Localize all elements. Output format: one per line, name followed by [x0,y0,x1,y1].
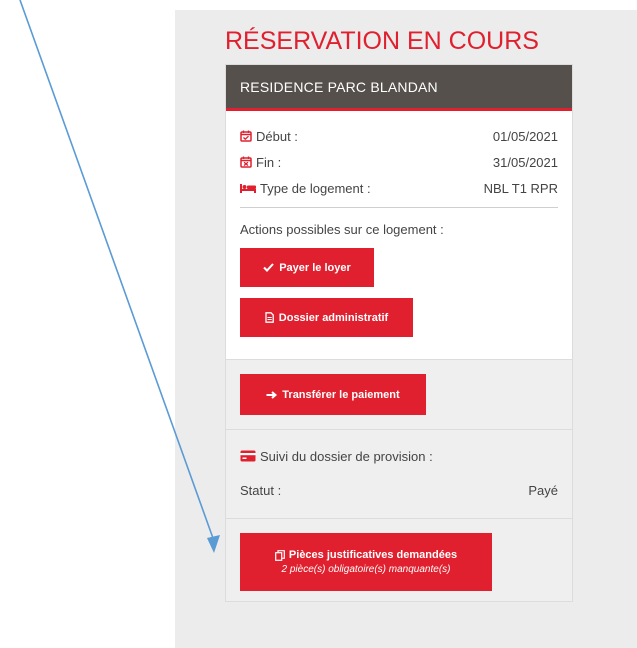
reservation-card: RESIDENCE PARC BLANDAN Début : 01/05/202… [225,64,573,602]
fin-label: Fin : [256,154,282,170]
fin-row: Fin : 31/05/2021 [240,149,558,175]
required-documents-label: Pièces justificatives demandées [288,549,458,561]
missing-documents-count: 2 pièce(s) obligatoire(s) manquante(s) [281,564,451,575]
reservation-details: Début : 01/05/2021 Fin : 31/05/2021 Type… [226,111,572,359]
copy-icon [275,549,285,561]
divider [240,207,558,208]
suivi-section: Suivi du dossier de provision : Statut :… [226,429,572,518]
pieces-section: Pièces justificatives demandées 2 pièce(… [226,518,572,601]
type-label: Type de logement : [260,180,371,196]
type-value: NBL T1 RPR [483,180,558,196]
suivi-title: Suivi du dossier de provision : [260,448,433,464]
bed-icon [240,183,256,194]
actions-title: Actions possibles sur ce logement : [240,222,444,237]
calendar-x-icon [240,156,252,168]
statut-value: Payé [528,482,558,498]
statut-label: Statut : [240,482,282,498]
type-row: Type de logement : NBL T1 RPR [240,175,558,201]
residence-name: RESIDENCE PARC BLANDAN [240,78,438,95]
debut-value: 01/05/2021 [492,128,558,144]
page-title: RÉSERVATION EN COURS [225,27,539,55]
credit-card-icon [240,450,256,462]
check-icon [263,263,274,272]
statut-row: Statut : Payé [240,476,558,504]
required-documents-button[interactable]: Pièces justificatives demandées 2 pièce(… [240,533,492,591]
pay-rent-button[interactable]: Payer le loyer [240,248,374,287]
debut-row: Début : 01/05/2021 [240,123,558,149]
arrow-right-icon [266,390,278,399]
pay-rent-label: Payer le loyer [279,261,351,274]
residence-header: RESIDENCE PARC BLANDAN [226,65,572,111]
fin-value: 31/05/2021 [492,154,558,170]
administrative-file-label: Dossier administratif [278,311,389,324]
document-icon [265,312,274,323]
administrative-file-button[interactable]: Dossier administratif [240,298,413,337]
transfer-payment-label: Transférer le paiement [282,388,400,401]
calendar-check-icon [240,130,252,142]
reservation-panel: RÉSERVATION EN COURS RESIDENCE PARC BLAN… [175,10,637,648]
transfer-section: Transférer le paiement [226,359,572,429]
suivi-title-row: Suivi du dossier de provision : [240,442,558,470]
debut-label: Début : [256,128,298,144]
transfer-payment-button[interactable]: Transférer le paiement [240,374,426,415]
